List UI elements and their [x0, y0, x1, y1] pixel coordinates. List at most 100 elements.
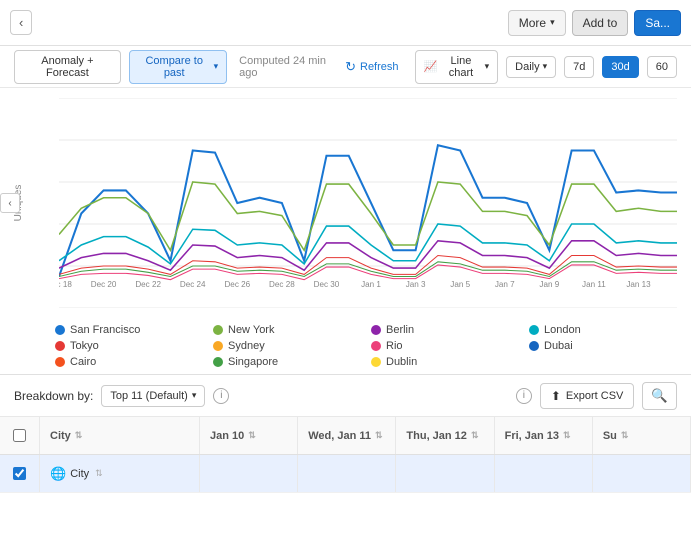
refresh-button[interactable]: ↻ Refresh	[345, 59, 398, 75]
chevron-down-icon: ▾	[485, 61, 490, 72]
legend-item-sf: San Francisco	[55, 324, 203, 336]
legend-dot-tokyo	[55, 341, 65, 351]
th-city[interactable]: City ⇅	[40, 417, 200, 454]
7d-button[interactable]: 7d	[564, 56, 594, 78]
chart-container: Uniques 10k 7.5k 5k 2.5k 0	[0, 88, 691, 318]
row-checkbox[interactable]	[13, 467, 26, 480]
svg-text:Jan 1: Jan 1	[361, 280, 381, 289]
compare-past-button[interactable]: Compare to past ▾	[129, 50, 227, 84]
info-icon[interactable]: i	[213, 388, 229, 404]
legend-label-rio: Rio	[386, 340, 403, 352]
compare-past-label: Compare to past	[138, 55, 211, 79]
legend-item-singapore: Singapore	[213, 356, 361, 368]
chart-type-label: Line chart	[440, 55, 481, 79]
sort-icon: ⇅	[471, 430, 479, 441]
legend-label-berlin: Berlin	[386, 324, 414, 336]
legend-dot-rio	[371, 341, 381, 351]
sort-icon: ⇅	[248, 430, 256, 441]
th-checkbox	[0, 417, 40, 454]
add-to-label: Add to	[583, 16, 618, 30]
svg-text:Dec 22: Dec 22	[135, 280, 161, 289]
export-icon: ⬆	[551, 389, 561, 403]
legend-item-sydney: Sydney	[213, 340, 361, 352]
legend-label-london: London	[544, 324, 581, 336]
7d-label: 7d	[573, 61, 585, 73]
th-su[interactable]: Su ⇅	[593, 417, 691, 454]
breakdown-label: Breakdown by:	[14, 389, 93, 403]
legend-item-ny: New York	[213, 324, 361, 336]
svg-text:Dec 30: Dec 30	[314, 280, 340, 289]
daily-label: Daily	[515, 61, 539, 73]
save-label: Sa...	[645, 16, 670, 30]
refresh-icon: ↻	[345, 59, 356, 75]
bottom-section: Breakdown by: Top 11 (Default) ▾ i i ⬆ E…	[0, 374, 691, 493]
select-all-checkbox[interactable]	[13, 429, 26, 442]
th-jan12[interactable]: Thu, Jan 12 ⇅	[396, 417, 494, 454]
30d-label: 30d	[611, 61, 629, 73]
30d-button[interactable]: 30d	[602, 56, 638, 78]
search-button[interactable]: 🔍	[642, 382, 677, 410]
breakdown-select[interactable]: Top 11 (Default) ▾	[101, 385, 205, 407]
table-header: City ⇅ Jan 10 ⇅ Wed, Jan 11 ⇅ Thu, Jan 1…	[0, 417, 691, 455]
collapse-button[interactable]: ‹	[0, 193, 20, 213]
legend-dot-cairo	[55, 357, 65, 367]
breakdown-select-label: Top 11 (Default)	[110, 390, 187, 402]
legend-item-tokyo: Tokyo	[55, 340, 203, 352]
60d-button[interactable]: 60	[647, 56, 677, 78]
anomaly-forecast-button[interactable]: Anomaly + Forecast	[14, 50, 121, 84]
add-to-button[interactable]: Add to	[572, 10, 629, 36]
back-button[interactable]: ‹	[10, 10, 32, 35]
legend-dot-dubai	[529, 341, 539, 351]
legend-item-dublin: Dublin	[371, 356, 519, 368]
td-jan12	[396, 455, 494, 492]
svg-text:Jan 9: Jan 9	[539, 280, 559, 289]
breakdown-bar: Breakdown by: Top 11 (Default) ▾ i i ⬆ E…	[0, 375, 691, 417]
daily-button[interactable]: Daily ▾	[506, 56, 556, 78]
td-jan11	[298, 455, 396, 492]
legend-dot-sydney	[213, 341, 223, 351]
info-icon-right[interactable]: i	[516, 388, 532, 404]
60d-label: 60	[656, 61, 668, 73]
save-button[interactable]: Sa...	[634, 10, 681, 36]
legend-label-dubai: Dubai	[544, 340, 573, 352]
svg-text:Jan 7: Jan 7	[495, 280, 515, 289]
export-csv-button[interactable]: ⬆ Export CSV	[540, 383, 635, 409]
anomaly-forecast-label: Anomaly + Forecast	[23, 55, 112, 79]
td-city-label: City	[70, 468, 89, 480]
line-chart-icon: 📈	[424, 60, 438, 73]
chevron-down-icon: ▾	[192, 390, 197, 401]
svg-text:Jan 3: Jan 3	[406, 280, 426, 289]
top-bar: ‹ More ▾ Add to Sa...	[0, 0, 691, 46]
td-checkbox	[0, 455, 40, 492]
search-icon: 🔍	[651, 388, 668, 403]
svg-text:Jan 13: Jan 13	[626, 280, 651, 289]
th-su-label: Su	[603, 430, 617, 442]
chevron-down-icon: ▾	[550, 17, 555, 28]
legend-label-ny: New York	[228, 324, 274, 336]
more-label: More	[519, 16, 546, 30]
more-button[interactable]: More ▾	[508, 10, 566, 36]
th-jan13[interactable]: Fri, Jan 13 ⇅	[495, 417, 593, 454]
legend: San Francisco New York Berlin London Tok…	[0, 318, 691, 374]
legend-item-berlin: Berlin	[371, 324, 519, 336]
legend-dot-dublin	[371, 357, 381, 367]
city-icon: 🌐	[50, 466, 66, 482]
th-jan10[interactable]: Jan 10 ⇅	[200, 417, 298, 454]
chart-type-button[interactable]: 📈 Line chart ▾	[415, 50, 499, 84]
th-city-label: City	[50, 430, 71, 442]
th-jan12-label: Thu, Jan 12	[406, 430, 467, 442]
legend-item-cairo: Cairo	[55, 356, 203, 368]
svg-text:Dec 26: Dec 26	[224, 280, 250, 289]
legend-label-cairo: Cairo	[70, 356, 96, 368]
legend-dot-london	[529, 325, 539, 335]
legend-dot-ny	[213, 325, 223, 335]
svg-text:Dec 20: Dec 20	[91, 280, 117, 289]
legend-label-sydney: Sydney	[228, 340, 265, 352]
th-jan11[interactable]: Wed, Jan 11 ⇅	[298, 417, 396, 454]
export-label: Export CSV	[566, 390, 623, 402]
sort-icon: ⇅	[621, 430, 629, 441]
legend-dot-singapore	[213, 357, 223, 367]
legend-label-sf: San Francisco	[70, 324, 140, 336]
td-jan13	[495, 455, 593, 492]
svg-text:Dec 18: Dec 18	[59, 280, 72, 289]
